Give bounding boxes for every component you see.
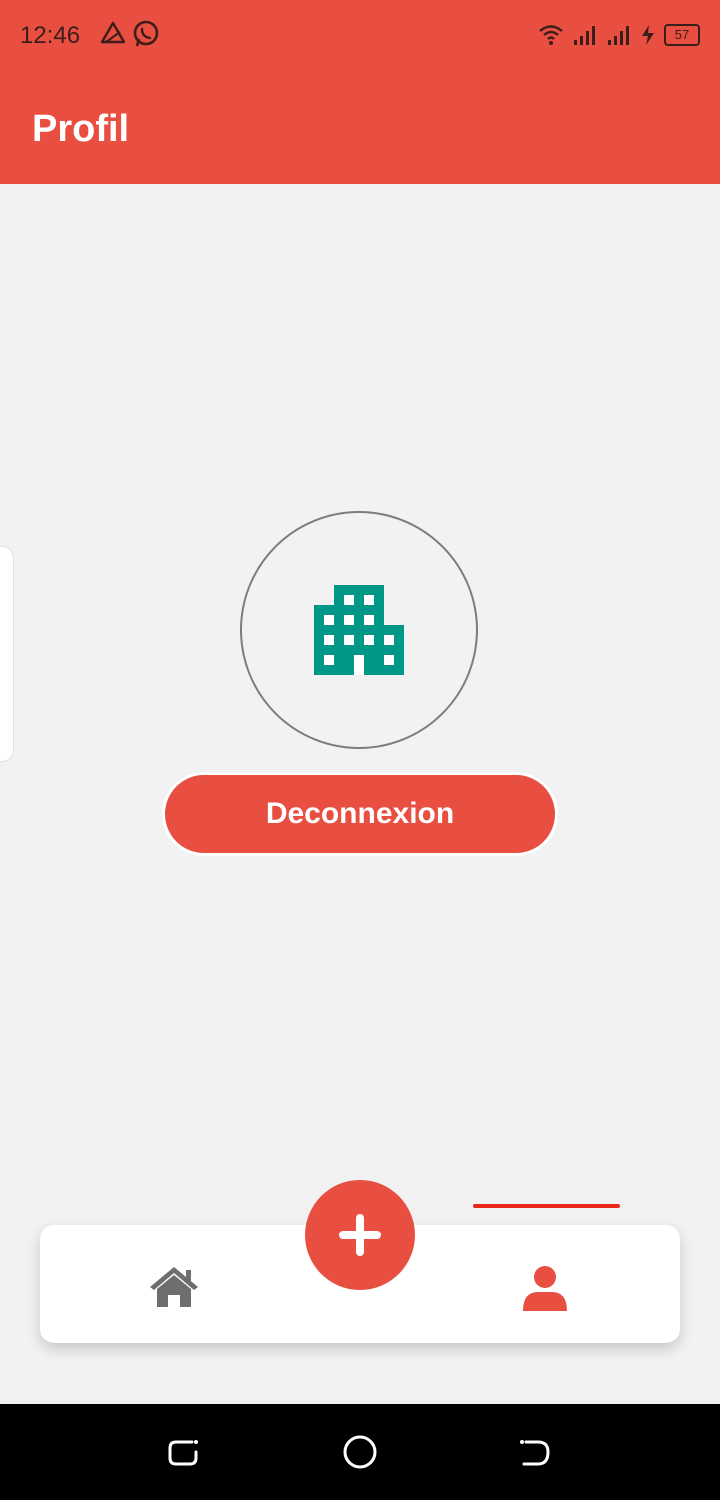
logout-button-label: Deconnexion: [265, 797, 455, 830]
app-bar: Profil: [0, 72, 720, 184]
add-button[interactable]: [305, 1180, 415, 1290]
page-title: Profil: [32, 108, 130, 150]
user-icon[interactable]: [520, 1265, 570, 1311]
status-time: 12:46: [20, 22, 81, 49]
back-icon[interactable]: [516, 1434, 552, 1470]
battery-level: 57: [674, 27, 690, 42]
home-circle-icon[interactable]: [342, 1434, 378, 1470]
system-navigation-bar: [0, 1404, 720, 1500]
battery-icon: 57: [664, 24, 700, 46]
status-bar: 12:46 57: [0, 0, 720, 72]
signal-icon: [608, 26, 629, 45]
alert-triangle-icon: [100, 21, 126, 44]
wifi-icon: [539, 25, 563, 45]
avatar: [240, 511, 478, 749]
building-icon: [314, 585, 404, 675]
active-tab-indicator: [473, 1204, 620, 1208]
signal-icon: [574, 26, 595, 45]
whatsapp-icon: [133, 20, 159, 47]
recent-apps-icon[interactable]: [166, 1434, 202, 1470]
plus-icon: [339, 1214, 381, 1256]
logout-button[interactable]: Deconnexion: [162, 772, 558, 856]
side-drawer-handle[interactable]: [0, 546, 14, 762]
charging-icon: [642, 25, 654, 45]
home-icon[interactable]: [148, 1265, 200, 1309]
